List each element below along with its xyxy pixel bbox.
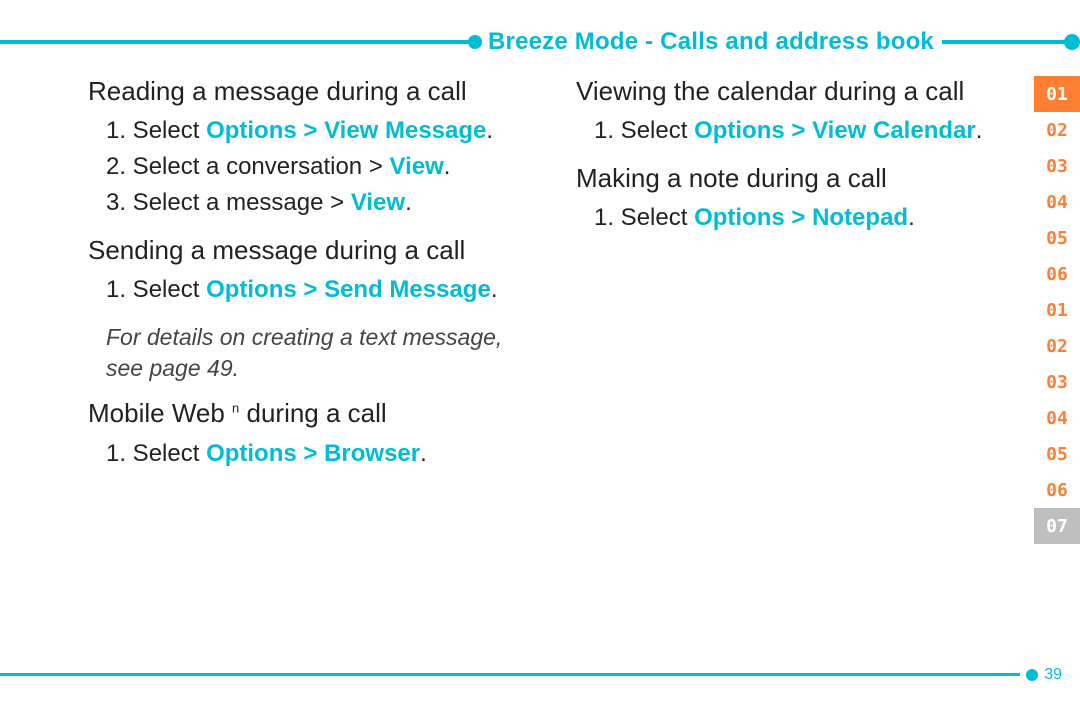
step: 1. Select Options > View Message.: [106, 113, 528, 149]
tab-item[interactable]: 06: [1034, 472, 1080, 508]
accent: Options > Browser: [206, 440, 420, 467]
step: 3. Select a message > View.: [106, 185, 528, 221]
tab-item[interactable]: 05: [1034, 220, 1080, 256]
footer-dot: [1026, 669, 1038, 681]
tab-item[interactable]: 01: [1034, 292, 1080, 328]
tab-item[interactable]: 05: [1034, 436, 1080, 472]
tab-item[interactable]: 03: [1034, 364, 1080, 400]
tab-item[interactable]: 02: [1034, 328, 1080, 364]
tab-item[interactable]: 03: [1034, 148, 1080, 184]
step: 1. Select Options > View Calendar.: [594, 113, 996, 149]
left-column: Reading a message during a call 1. Selec…: [88, 76, 528, 486]
section-calendar-steps: 1. Select Options > View Calendar.: [576, 113, 996, 149]
step: 2. Select a conversation > View.: [106, 149, 528, 185]
tab-item[interactable]: 04: [1034, 184, 1080, 220]
page-number: 39: [1044, 666, 1062, 684]
header-title: Breeze Mode - Calls and address book: [488, 28, 934, 56]
accent: Options > Notepad: [694, 204, 908, 231]
section-note-steps: 1. Select Options > Notepad.: [576, 200, 996, 236]
section-reading-title: Reading a message during a call: [88, 76, 528, 107]
section-note-title: Making a note during a call: [576, 163, 996, 194]
side-tabs: 01 02 03 04 05 06 01 02 03 04 05 06 07: [1034, 76, 1080, 544]
tab-item[interactable]: 06: [1034, 256, 1080, 292]
step: 1. Select Options > Notepad.: [594, 200, 996, 236]
section-sending-title: Sending a message during a call: [88, 235, 528, 266]
tab-item[interactable]: 02: [1034, 112, 1080, 148]
tab-item[interactable]: 07: [1034, 508, 1080, 544]
header-line-left: [0, 40, 472, 44]
section-mobileweb-title: Mobile Web n during a call: [88, 398, 528, 429]
footer-rule: 39: [0, 673, 1080, 676]
accent: Options > View Calendar: [694, 117, 976, 144]
header-dot-right: [1064, 34, 1080, 50]
right-column: Viewing the calendar during a call 1. Se…: [576, 76, 996, 486]
accent: View: [390, 153, 444, 180]
content: Reading a message during a call 1. Selec…: [88, 76, 1010, 486]
header-line-right: [942, 40, 1066, 44]
section-calendar-title: Viewing the calendar during a call: [576, 76, 996, 107]
accent: View: [351, 189, 405, 216]
accent: Options > View Message: [206, 117, 486, 144]
section-mobileweb-steps: 1. Select Options > Browser.: [88, 436, 528, 472]
header-dot-left: [468, 35, 482, 49]
tab-item[interactable]: 01: [1034, 76, 1080, 112]
section-sending-steps: 1. Select Options > Send Message.: [88, 272, 528, 308]
section-sending-note: For details on creating a text message, …: [88, 322, 528, 384]
header-rule: Breeze Mode - Calls and address book: [0, 40, 1080, 44]
section-reading-steps: 1. Select Options > View Message. 2. Sel…: [88, 113, 528, 221]
accent: Options > Send Message: [206, 276, 491, 303]
step: 1. Select Options > Browser.: [106, 436, 528, 472]
step: 1. Select Options > Send Message.: [106, 272, 528, 308]
footer-line: [0, 673, 1020, 676]
tab-item[interactable]: 04: [1034, 400, 1080, 436]
